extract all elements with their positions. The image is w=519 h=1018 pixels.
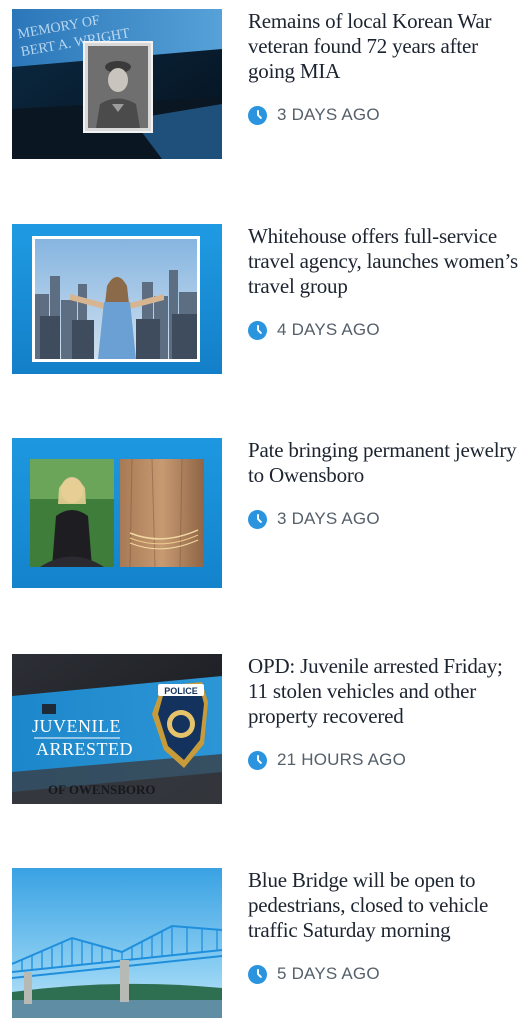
article-timestamp: 5 DAYS AGO <box>277 964 380 983</box>
article-meta: 21 HOURS AGO <box>248 750 406 770</box>
clock-icon <box>248 750 267 770</box>
clock-icon <box>248 105 267 125</box>
article-card[interactable]: MEMORY OF BERT A. WRIGHT Remains of loca… <box>12 9 519 159</box>
article-headline[interactable]: Pate bringing permanent jewelry to Owens… <box>248 438 519 488</box>
article-meta: 4 DAYS AGO <box>248 320 380 340</box>
article-timestamp: 3 DAYS AGO <box>277 509 380 528</box>
footer-text: OF OWENSBORO <box>48 782 156 797</box>
clock-icon <box>248 964 267 984</box>
article-thumbnail[interactable]: MEMORY OF BERT A. WRIGHT <box>12 9 222 159</box>
overlay-title-line1: JUVENILE <box>32 716 121 736</box>
badge-text: POLICE <box>164 686 198 696</box>
article-meta: 3 DAYS AGO <box>248 509 380 529</box>
article-headline[interactable]: OPD: Juvenile arrested Friday; 11 stolen… <box>248 654 519 729</box>
article-feed: MEMORY OF BERT A. WRIGHT Remains of loca… <box>0 0 519 1018</box>
article-headline[interactable]: Whitehouse offers full-service travel ag… <box>248 224 519 299</box>
article-card[interactable]: Whitehouse offers full-service travel ag… <box>12 224 519 374</box>
article-headline[interactable]: Remains of local Korean War veteran foun… <box>248 9 519 84</box>
clock-icon <box>248 509 267 529</box>
clock-icon <box>248 320 267 340</box>
article-thumbnail[interactable] <box>12 438 222 588</box>
article-headline[interactable]: Blue Bridge will be open to pedestrians,… <box>248 868 519 943</box>
overlay-title-line2: ARRESTED <box>36 739 133 759</box>
article-thumbnail[interactable] <box>12 224 222 374</box>
article-card[interactable]: Blue Bridge will be open to pedestrians,… <box>12 868 519 1018</box>
article-timestamp: 3 DAYS AGO <box>277 105 380 124</box>
article-timestamp: 4 DAYS AGO <box>277 320 380 339</box>
article-thumbnail[interactable]: OF OWENSBORO JUVENILE ARRESTED POLICE <box>12 654 222 804</box>
article-meta: 5 DAYS AGO <box>248 964 380 984</box>
article-card[interactable]: OF OWENSBORO JUVENILE ARRESTED POLICE OP… <box>12 654 519 804</box>
article-card[interactable]: Pate bringing permanent jewelry to Owens… <box>12 438 519 588</box>
article-thumbnail[interactable] <box>12 868 222 1018</box>
article-meta: 3 DAYS AGO <box>248 105 380 125</box>
article-timestamp: 21 HOURS AGO <box>277 750 406 769</box>
